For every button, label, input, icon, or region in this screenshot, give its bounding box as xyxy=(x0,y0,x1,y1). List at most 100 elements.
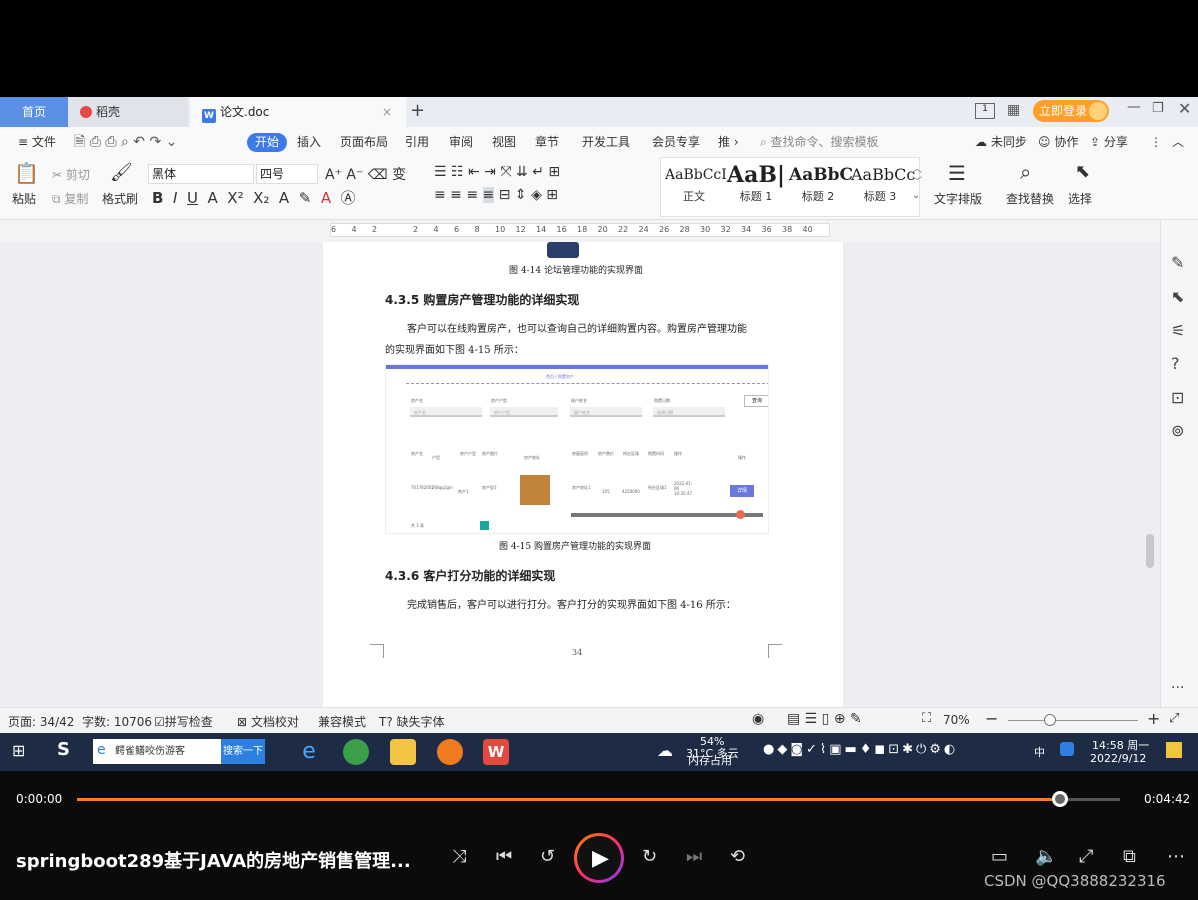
previous-icon[interactable]: ⏮ xyxy=(496,847,512,867)
zoom-out-icon[interactable]: − xyxy=(985,709,998,728)
minimize-icon[interactable]: — xyxy=(1127,99,1141,115)
menu-insert[interactable]: 插入 xyxy=(297,127,321,157)
layout-icon[interactable]: 1 xyxy=(975,103,995,119)
clock-date[interactable]: 2022/9/12 xyxy=(1090,752,1146,765)
more-icon[interactable]: ⋯ xyxy=(1167,847,1185,867)
find-replace-button[interactable]: 查找替换 xyxy=(1006,190,1054,207)
ime-indicator[interactable]: 中 xyxy=(1034,744,1045,760)
image-tool-icon[interactable]: ⊡ xyxy=(1171,388,1184,407)
share-button[interactable]: ⇪ 分享 xyxy=(1090,127,1128,157)
menu-more[interactable]: 推 › xyxy=(718,127,739,157)
cut-button[interactable]: ✂ 剪切 xyxy=(52,166,90,183)
notification-icon[interactable] xyxy=(1166,742,1182,758)
tab-document[interactable]: W 论文.doc × xyxy=(190,97,406,127)
zoom-in-icon[interactable]: + xyxy=(1147,709,1160,728)
edit-pen-icon[interactable]: ✎ xyxy=(1171,253,1184,272)
cursor-icon[interactable]: ⬉ xyxy=(1171,287,1184,306)
scrollbar-thumb[interactable] xyxy=(1146,534,1154,568)
menu-chapter[interactable]: 章节 xyxy=(535,127,559,157)
play-button[interactable]: ▶ xyxy=(574,833,624,883)
fullscreen-icon[interactable]: ⤢ xyxy=(1169,711,1179,726)
restore-icon[interactable]: ❐ xyxy=(1152,101,1164,116)
close-window-icon[interactable]: ✕ xyxy=(1178,99,1191,118)
paste-icon[interactable]: 📋 xyxy=(14,161,39,185)
menu-review[interactable]: 审阅 xyxy=(449,127,473,157)
find-icon[interactable]: ⌕ xyxy=(1020,160,1031,184)
menu-file[interactable]: ≡ 文件 xyxy=(18,127,56,157)
file-explorer-icon[interactable] xyxy=(390,739,416,765)
format-painter-button[interactable]: 格式刷 xyxy=(102,190,138,207)
command-search[interactable]: ⌕ 查找命令、搜索模板 xyxy=(760,127,879,157)
rewind-10-icon[interactable]: ↺ xyxy=(540,847,555,867)
collapse-ribbon-icon[interactable]: ︿ xyxy=(1172,127,1184,157)
next-icon[interactable]: ⏭ xyxy=(686,847,702,867)
wps-icon[interactable]: W xyxy=(483,739,509,765)
qq-icon[interactable] xyxy=(1060,742,1074,756)
repeat-off-icon[interactable]: ⟲ xyxy=(730,847,745,867)
view-mode-icons[interactable]: ▤ ☰ ▯ ⊕ ✎ xyxy=(787,711,862,727)
tab-daoke[interactable]: 稻壳 xyxy=(68,97,188,127)
tray-icons[interactable]: ●◆◙✓⌇▣▬♦◼⊡✱⏻⚙◐ xyxy=(763,742,958,757)
font-size-select[interactable]: 四号 xyxy=(256,164,318,184)
font-size-controls[interactable]: A⁺ A⁻ ⌫ 变 xyxy=(325,164,406,184)
taskbar-search-input[interactable]: 鳄雀鳝咬伤游客 xyxy=(93,739,221,764)
page-count[interactable]: 页面: 34/42 xyxy=(8,713,74,730)
paragraph-align-buttons[interactable]: ≡ ≡ ≡ ≡ ⊟ ⇕ ◈ ⊞ xyxy=(434,187,558,203)
sliders-icon[interactable]: ⚟ xyxy=(1171,321,1185,340)
taskbar-search-button[interactable]: 搜索一下 xyxy=(221,739,265,764)
format-painter-icon[interactable]: 🖌 xyxy=(110,162,133,183)
tab-home[interactable]: 首页 xyxy=(0,97,68,127)
eye-protect-icon[interactable]: ◉ xyxy=(752,711,764,727)
quick-access-icons[interactable]: 🗎 ⎙ ⎙ ⌕ ↶ ↷ ⌄ xyxy=(74,127,177,157)
expand-icon[interactable]: ⤢ xyxy=(1079,847,1093,867)
text-layout-button[interactable]: 文字排版 xyxy=(934,190,982,207)
word-count[interactable]: 字数: 10706 xyxy=(82,713,152,730)
collab-button[interactable]: ☺ 协作 xyxy=(1038,127,1078,157)
more-dots-icon[interactable]: ··· xyxy=(1171,680,1184,696)
forward-30-icon[interactable]: ↻ xyxy=(642,847,657,867)
zoom-level[interactable]: 70% xyxy=(943,713,970,727)
help-icon[interactable]: ? xyxy=(1171,354,1180,373)
tab-close-icon[interactable]: × xyxy=(382,97,392,127)
style-option[interactable]: AaBbCc 标题 3 xyxy=(851,162,915,210)
clock-time[interactable]: 14:58 周一 xyxy=(1092,737,1149,753)
menu-layout[interactable]: 页面布局 xyxy=(340,127,388,157)
fit-page-icon[interactable]: ⛶ xyxy=(922,711,931,726)
vertical-scrollbar[interactable] xyxy=(1143,222,1157,707)
ie-browser-icon[interactable]: e xyxy=(296,739,322,765)
cursor-select-icon[interactable]: ⬉ xyxy=(1075,161,1090,182)
spell-check[interactable]: ☑拼写检查 xyxy=(154,713,213,730)
progress-handle[interactable] xyxy=(1051,791,1068,807)
more-options-icon[interactable]: ⋮ xyxy=(1150,127,1162,157)
paragraph-list-buttons[interactable]: ☰ ☷ ⇤ ⇥ ⤧ ⇊ ↵ ⊞ xyxy=(434,164,560,180)
ruler-bar[interactable]: 6 4 2 2 4 6 8 10 12 14 16 18 20 22 24 26 28 30 32 34 36 38 40 xyxy=(330,223,830,237)
menu-reference[interactable]: 引用 xyxy=(405,127,429,157)
windows-start-icon[interactable]: ⊞ xyxy=(12,741,25,760)
login-button[interactable]: 立即登录 xyxy=(1033,100,1109,122)
shuffle-icon[interactable]: ⤨ xyxy=(452,847,466,867)
progress-track[interactable] xyxy=(77,791,1120,807)
doc-proof[interactable]: ⊠ 文档校对 xyxy=(237,713,299,730)
zoom-slider[interactable] xyxy=(1008,720,1138,721)
zoom-slider-handle[interactable] xyxy=(1044,714,1056,726)
text-format-buttons[interactable]: B I U A X² X₂ A ✎ A Ⓐ xyxy=(152,187,356,208)
app-360-icon[interactable]: S xyxy=(57,739,70,760)
copy-button[interactable]: ⧉ 复制 xyxy=(52,190,88,207)
volume-icon[interactable]: 🔈 xyxy=(1035,847,1057,867)
text-layout-icon[interactable]: ☰ xyxy=(948,161,966,185)
subtitles-icon[interactable]: ▭ xyxy=(991,847,1008,867)
new-tab-icon[interactable]: + xyxy=(410,97,425,125)
select-button[interactable]: 选择 xyxy=(1068,190,1092,207)
font-family-select[interactable]: 黑体 xyxy=(148,164,254,184)
location-icon[interactable]: ⊚ xyxy=(1171,421,1184,440)
media-app-icon[interactable] xyxy=(437,739,463,765)
menu-view[interactable]: 视图 xyxy=(492,127,516,157)
apps-grid-icon[interactable]: ▦ xyxy=(1007,102,1020,118)
style-option[interactable]: AaBbC 标题 2 xyxy=(789,162,853,210)
menu-dev-tools[interactable]: 开发工具 xyxy=(582,127,630,157)
missing-font[interactable]: T? 缺失字体 xyxy=(379,713,445,730)
menu-start[interactable]: 开始 xyxy=(247,133,288,152)
menu-member[interactable]: 会员专享 xyxy=(652,127,700,157)
360-browser-icon[interactable] xyxy=(343,739,369,765)
paste-button[interactable]: 粘贴 xyxy=(12,190,36,207)
